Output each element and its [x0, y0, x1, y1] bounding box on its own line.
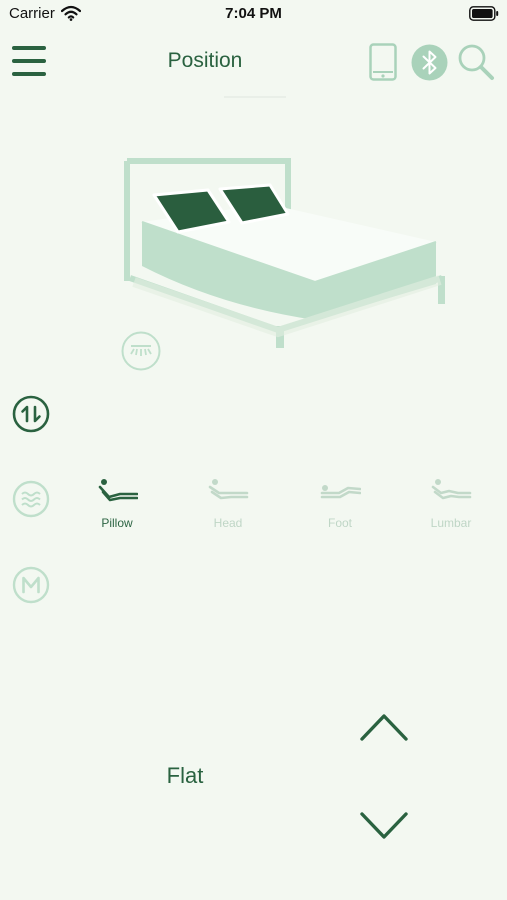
pillow-zone-icon — [98, 479, 138, 502]
chevron-down-icon[interactable] — [359, 809, 409, 843]
zone-tab-head[interactable]: Head — [183, 476, 273, 536]
preset-label: Flat — [166, 763, 204, 788]
lumbar-zone-icon — [431, 479, 472, 500]
zone-tab-lumbar[interactable]: Lumbar — [406, 476, 496, 536]
phone-icon[interactable] — [369, 43, 397, 81]
page-title: Position — [167, 49, 243, 72]
position-mode-icon[interactable] — [12, 395, 50, 433]
zone-label: Lumbar — [430, 516, 472, 530]
chevron-up-icon[interactable] — [359, 710, 409, 744]
bed-illustration — [124, 158, 445, 348]
underbed-light-icon[interactable] — [121, 331, 161, 371]
zone-label: Head — [213, 516, 243, 530]
app-screen: Carrier 7:04 PM Position Pillow Head Foo… — [0, 0, 507, 900]
zone-tab-foot[interactable]: Foot — [295, 476, 385, 536]
search-icon[interactable] — [457, 43, 495, 81]
massage-mode-icon[interactable] — [12, 480, 50, 518]
bluetooth-icon[interactable] — [411, 44, 448, 81]
zone-tab-pillow[interactable]: Pillow — [72, 476, 162, 536]
battery-icon — [469, 6, 499, 21]
memory-mode-icon[interactable] — [12, 566, 50, 604]
status-bar: Carrier 7:04 PM — [0, 0, 507, 28]
title-divider — [224, 96, 286, 98]
zone-label: Pillow — [101, 516, 133, 530]
status-time: 7:04 PM — [225, 5, 282, 22]
zone-label: Foot — [327, 516, 352, 530]
menu-icon[interactable] — [12, 43, 46, 79]
foot-zone-icon — [320, 485, 361, 499]
head-zone-icon — [208, 479, 249, 500]
